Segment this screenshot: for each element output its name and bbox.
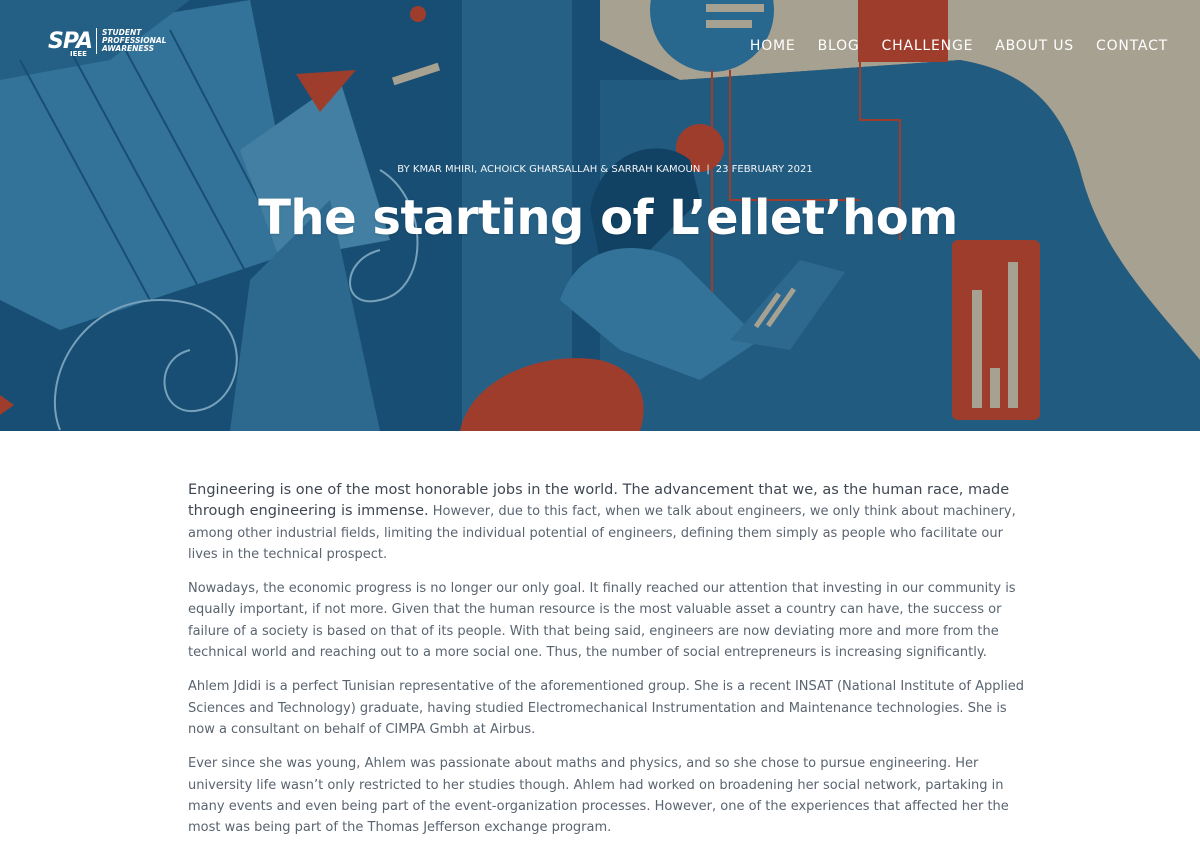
- post-meta: BY KMAR MHIRI, ACHOICK GHARSALLAH & SARR…: [0, 164, 1200, 175]
- nav-home-link[interactable]: HOME: [750, 38, 796, 54]
- main-nav: HOME BLOG CHALLENGE ABOUT US CONTACT: [750, 38, 1168, 54]
- hero-banner: SPA IEEE STUDENT PROFESSIONAL AWARENESS …: [0, 0, 1200, 431]
- nav-blog-link[interactable]: BLOG: [818, 38, 860, 54]
- site-logo[interactable]: SPA IEEE STUDENT PROFESSIONAL AWARENESS: [48, 28, 166, 58]
- article-paragraph-1: Engineering is one of the most honorable…: [188, 480, 1028, 565]
- meta-separator: |: [706, 164, 710, 175]
- nav-contact-link[interactable]: CONTACT: [1096, 38, 1168, 54]
- logo-mark: SPA IEEE: [48, 29, 93, 58]
- logo-words: STUDENT PROFESSIONAL AWARENESS: [102, 29, 166, 53]
- logo-divider: [95, 28, 97, 54]
- article-paragraph-2: Nowadays, the economic progress is no lo…: [188, 581, 1016, 661]
- nav-challenge-link[interactable]: CHALLENGE: [882, 38, 974, 54]
- logo-ieee-text: IEEE: [70, 49, 87, 58]
- article-paragraph-4: Ever since she was young, Ahlem was pass…: [188, 756, 1009, 836]
- logo-word-awareness: AWARENESS: [101, 44, 155, 53]
- post-title: The starting of L’ellet’hom: [258, 190, 958, 246]
- post-byline: BY KMAR MHIRI, ACHOICK GHARSALLAH & SARR…: [397, 164, 701, 175]
- nav-about-us-link[interactable]: ABOUT US: [995, 38, 1074, 54]
- post-date: 23 FEBRUARY 2021: [715, 164, 813, 175]
- article-body: Engineering is one of the most honorable…: [188, 480, 1028, 851]
- article-paragraph-3: Ahlem Jdidi is a perfect Tunisian repres…: [188, 679, 1024, 737]
